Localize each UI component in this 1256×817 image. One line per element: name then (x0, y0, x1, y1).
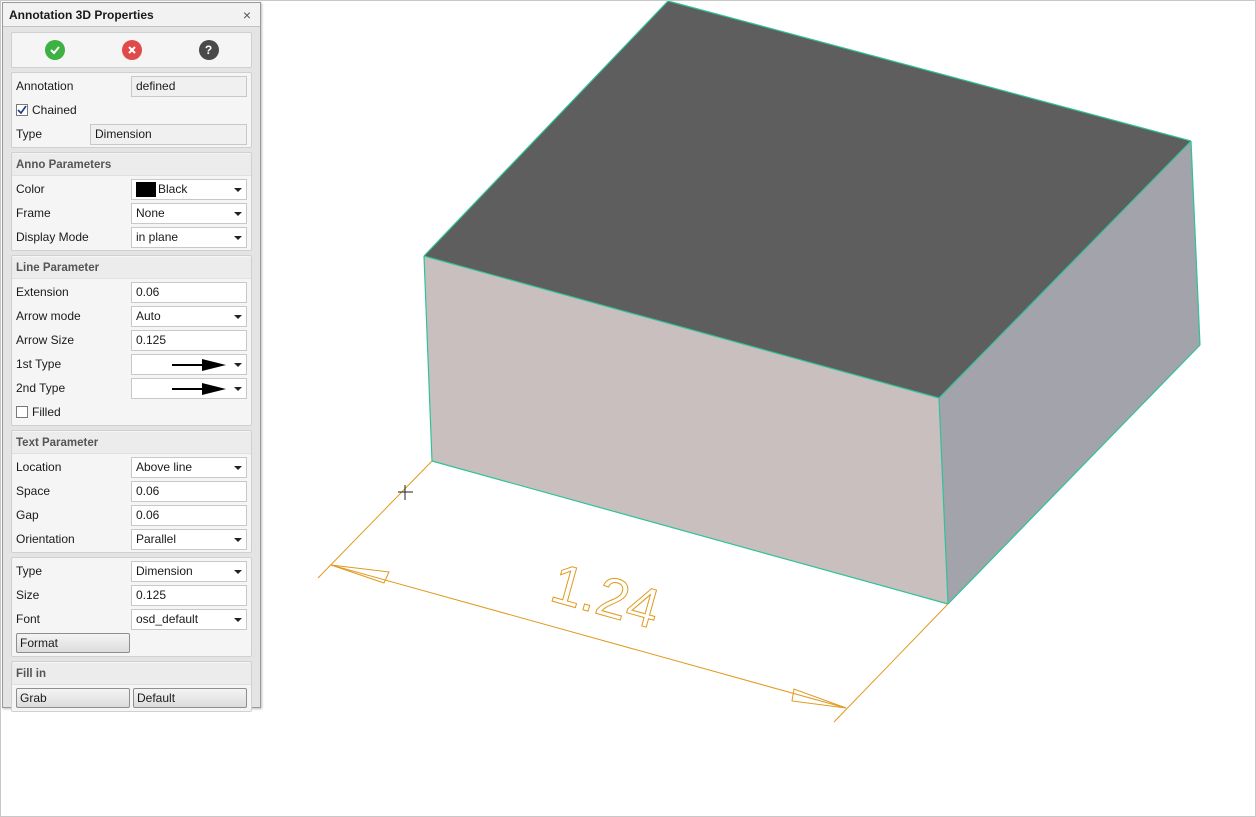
font-label: Font (16, 612, 41, 626)
text-type-label: Type (16, 564, 43, 578)
arrow-mode-label: Arrow mode (16, 309, 81, 323)
location-dropdown[interactable]: Above line (131, 456, 247, 478)
space-label: Space (16, 484, 51, 498)
filled-checkbox-box[interactable] (16, 406, 28, 418)
size-input[interactable]: 0.125 (131, 584, 247, 606)
anno-parameters-header: Anno Parameters (12, 154, 251, 176)
arrowhead-left (330, 564, 390, 584)
extension-line-right (833, 603, 949, 723)
crosshair-cursor-icon (398, 485, 413, 500)
annotation-value: defined (136, 79, 176, 93)
extension-value: 0.06 (136, 285, 160, 299)
chevron-down-icon (234, 569, 242, 574)
format-button[interactable]: Format (16, 633, 130, 653)
orientation-dropdown[interactable]: Parallel (131, 528, 247, 550)
chevron-down-icon (234, 362, 242, 367)
color-dropdown[interactable]: Black (131, 178, 247, 200)
font-value: osd_default (136, 612, 199, 626)
second-type-dropdown[interactable] (131, 377, 247, 399)
gap-value: 0.06 (136, 508, 160, 522)
first-type-dropdown[interactable] (131, 353, 247, 375)
cancel-icon[interactable] (121, 40, 142, 60)
arrowhead-right (791, 688, 847, 709)
display-mode-value: in plane (136, 230, 179, 244)
annotation-field: defined (131, 75, 247, 97)
chevron-down-icon (234, 187, 242, 192)
arrow-mode-dropdown[interactable]: Auto (131, 305, 247, 327)
display-mode-dropdown[interactable]: in plane (131, 226, 247, 248)
chained-checkbox[interactable]: Chained (16, 103, 77, 117)
display-mode-label: Display Mode (16, 230, 89, 244)
font-dropdown[interactable]: osd_default (131, 608, 247, 630)
chevron-down-icon (234, 235, 242, 240)
filled-checkbox[interactable]: Filled (16, 405, 61, 419)
help-icon[interactable]: ? (198, 40, 219, 60)
color-value: Black (158, 182, 188, 196)
default-button[interactable]: Default (133, 688, 247, 708)
extension-line-left (317, 460, 433, 579)
panel-titlebar[interactable]: Annotation 3D Properties × (3, 3, 260, 27)
fill-in-header: Fill in (12, 663, 251, 685)
location-value: Above line (136, 460, 193, 474)
text-parameter-header: Text Parameter (12, 432, 251, 454)
gap-label: Gap (16, 508, 39, 522)
line-parameter-header: Line Parameter (12, 257, 251, 279)
orientation-label: Orientation (16, 532, 75, 546)
chevron-down-icon (234, 386, 242, 391)
grab-button[interactable]: Grab (16, 688, 130, 708)
arrow-mode-value: Auto (136, 309, 161, 323)
extension-input[interactable]: 0.06 (131, 281, 247, 303)
panel-toolbar: ? (16, 34, 247, 66)
close-icon[interactable]: × (240, 8, 254, 22)
color-label: Color (16, 182, 45, 196)
arrow-type-icon (172, 382, 226, 395)
arrow-size-value: 0.125 (136, 333, 167, 347)
arrow-size-label: Arrow Size (16, 333, 75, 347)
frame-dropdown[interactable]: None (131, 202, 247, 224)
chevron-down-icon (234, 465, 242, 470)
first-type-label: 1st Type (16, 357, 62, 371)
space-value: 0.06 (136, 484, 160, 498)
extension-label: Extension (16, 285, 69, 299)
space-input[interactable]: 0.06 (131, 480, 247, 502)
chevron-down-icon (234, 537, 242, 542)
location-label: Location (16, 460, 62, 474)
frame-value: None (136, 206, 165, 220)
type-label: Type (16, 127, 43, 141)
text-type-dropdown[interactable]: Dimension (131, 560, 247, 582)
chevron-down-icon (234, 617, 242, 622)
chevron-down-icon (234, 211, 242, 216)
dimension-value-text: 1.24 (545, 551, 667, 641)
orientation-value: Parallel (136, 532, 177, 546)
check-icon[interactable] (44, 40, 65, 60)
text-type-value: Dimension (136, 564, 193, 578)
gap-input[interactable]: 0.06 (131, 504, 247, 526)
frame-label: Frame (16, 206, 51, 220)
chevron-down-icon (234, 314, 242, 319)
size-label: Size (16, 588, 40, 602)
annotation-label: Annotation (16, 79, 74, 93)
type-field: Dimension (90, 123, 247, 145)
arrow-type-icon (172, 358, 226, 371)
annotation-properties-panel: Annotation 3D Properties × ? Annotation … (2, 2, 261, 712)
filled-label: Filled (32, 405, 61, 419)
chained-checkbox-box[interactable] (16, 104, 28, 116)
size-value: 0.125 (136, 588, 167, 602)
color-swatch (136, 181, 156, 197)
type-value: Dimension (95, 127, 152, 141)
second-type-label: 2nd Type (16, 381, 66, 395)
arrow-size-input[interactable]: 0.125 (131, 329, 247, 351)
panel-title: Annotation 3D Properties (9, 7, 154, 22)
chained-label: Chained (32, 103, 77, 117)
